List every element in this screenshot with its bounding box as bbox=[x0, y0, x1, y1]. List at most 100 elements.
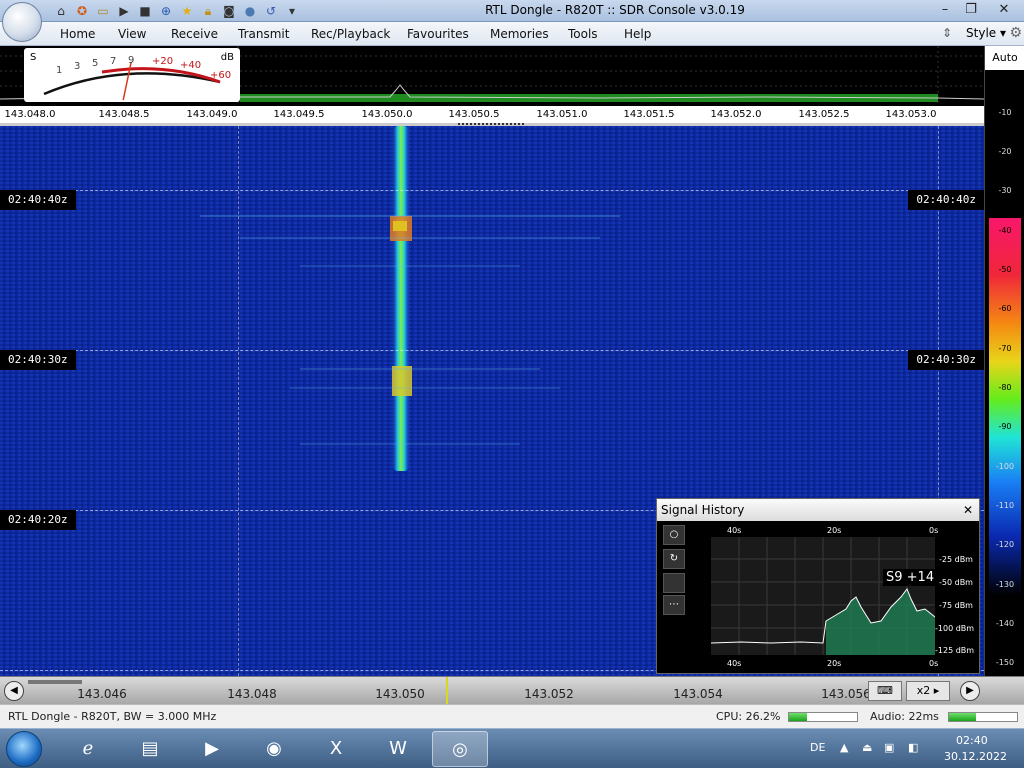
dbm-label: -100 dBm bbox=[935, 624, 975, 633]
frequency-axis[interactable]: 143.048.0 143.048.5 143.049.0 143.049.5 … bbox=[0, 106, 984, 126]
options-icon[interactable]: ✪ bbox=[73, 3, 91, 19]
s-meter-s-label: S bbox=[30, 52, 37, 63]
folder-icon[interactable]: ▭ bbox=[94, 3, 112, 19]
level-tick: -70 bbox=[998, 344, 1012, 353]
freq-label: 143.053.0 bbox=[885, 109, 937, 120]
refresh-icon[interactable]: ↻ bbox=[663, 549, 685, 569]
db-scale-20: +20 bbox=[152, 56, 174, 67]
keyboard-icon[interactable]: ⌨ bbox=[868, 681, 902, 701]
signal-reading: S9 +14 bbox=[883, 569, 938, 586]
clock-date[interactable]: 30.12.2022 bbox=[944, 750, 1007, 763]
menu-rec-playback[interactable]: Rec/Playback bbox=[311, 27, 390, 41]
usb-icon[interactable]: ⏏ bbox=[862, 741, 872, 754]
freq-label: 143.052.0 bbox=[710, 109, 762, 120]
volume-icon[interactable]: ◧ bbox=[908, 741, 918, 754]
timestamp-right: 02:40:40z bbox=[908, 190, 984, 210]
band-freq[interactable]: 143.046 bbox=[77, 687, 127, 701]
level-scale[interactable]: Auto -10 -20 -30 -40 -50 -60 -70 -80 -90… bbox=[984, 46, 1024, 676]
quick-access-toolbar: ⌂ ✪ ▭ ▶ ■ ⊕ ★ 🔒︎ ◙ ● ↺ ▾ bbox=[52, 3, 301, 19]
undo-icon[interactable]: ↺ bbox=[262, 3, 280, 19]
dropdown-icon[interactable]: ▾ bbox=[283, 3, 301, 19]
menu-home[interactable]: Home bbox=[60, 27, 95, 41]
minimize-icon[interactable]: – bbox=[932, 0, 958, 20]
home-icon[interactable]: ⌂ bbox=[52, 3, 70, 19]
chrome-icon[interactable]: ◉ bbox=[246, 731, 302, 767]
s-scale-1: 1 bbox=[56, 65, 63, 76]
lock-icon[interactable]: 🔒︎ bbox=[199, 3, 217, 19]
grid-line bbox=[238, 126, 239, 676]
signal-history-title: Signal History bbox=[657, 499, 979, 521]
ie-icon[interactable]: ℯ bbox=[60, 731, 116, 767]
cpu-meter bbox=[788, 712, 858, 722]
menu-bar: Home View Receive Transmit Rec/Playback … bbox=[0, 22, 1024, 46]
spectrum-display[interactable]: S dB 1 3 5 7 9 +20 +40 +60 bbox=[0, 46, 984, 106]
blank-tool-button[interactable] bbox=[663, 573, 685, 593]
timestamp-left: 02:40:20z bbox=[0, 510, 76, 530]
close-icon[interactable]: ✕ bbox=[963, 499, 973, 521]
band-freq[interactable]: 143.048 bbox=[227, 687, 277, 701]
menu-transmit[interactable]: Transmit bbox=[238, 27, 289, 41]
signal-history-plot bbox=[711, 537, 935, 655]
passband-marker[interactable] bbox=[458, 123, 524, 125]
audio-status: Audio: 22ms bbox=[870, 710, 939, 723]
db-scale-40: +40 bbox=[180, 60, 202, 71]
scroll-right-icon[interactable]: ▶ bbox=[960, 681, 980, 701]
menu-tools[interactable]: Tools bbox=[568, 27, 598, 41]
zoom-select[interactable]: x2 ▸ bbox=[906, 681, 950, 701]
style-menu[interactable]: Style ▾ bbox=[966, 26, 1006, 40]
band-freq[interactable]: 143.056 bbox=[821, 687, 871, 701]
menu-memories[interactable]: Memories bbox=[490, 27, 549, 41]
level-tick: -120 bbox=[995, 540, 1015, 549]
start-button[interactable] bbox=[6, 731, 42, 767]
language-indicator[interactable]: DE bbox=[810, 741, 825, 754]
app-menu-button[interactable] bbox=[2, 2, 42, 42]
clock-time[interactable]: 02:40 bbox=[956, 734, 988, 747]
tray-expand-icon[interactable]: ▲ bbox=[840, 741, 848, 754]
favourite-icon[interactable]: ★ bbox=[178, 3, 196, 19]
gear-icon[interactable]: ⚙ bbox=[1009, 25, 1022, 41]
band-freq[interactable]: 143.054 bbox=[673, 687, 723, 701]
taskbar: ℯ ▤ ▶ ◉ X W ◎ DE ▲ ⏏ ▣ ◧ 02:40 30.12.202… bbox=[0, 728, 1024, 768]
sdr-console-icon[interactable]: ◎ bbox=[432, 731, 488, 767]
dbm-label: -50 dBm bbox=[939, 578, 973, 587]
stop-icon[interactable]: ■ bbox=[136, 3, 154, 19]
time-label: 0s bbox=[929, 659, 939, 668]
band-freq[interactable]: 143.052 bbox=[524, 687, 574, 701]
s-meter-db-label: dB bbox=[220, 52, 234, 63]
window-title: RTL Dongle - R820T :: SDR Console v3.0.1… bbox=[485, 3, 745, 17]
freq-label: 143.051.5 bbox=[623, 109, 675, 120]
band-freq[interactable]: 143.050 bbox=[375, 687, 425, 701]
maximize-icon[interactable]: ❐ bbox=[958, 0, 984, 20]
auto-button[interactable]: Auto bbox=[985, 46, 1024, 70]
media-player-icon[interactable]: ▶ bbox=[184, 731, 240, 767]
menu-receive[interactable]: Receive bbox=[171, 27, 218, 41]
level-tick: -150 bbox=[995, 658, 1015, 667]
drop-icon[interactable]: ● bbox=[241, 3, 259, 19]
menu-view[interactable]: View bbox=[118, 27, 146, 41]
camera-icon[interactable]: ◙ bbox=[220, 3, 238, 19]
s-scale-9: 9 bbox=[128, 55, 135, 66]
word-icon[interactable]: W bbox=[370, 731, 426, 767]
play-icon[interactable]: ▶ bbox=[115, 3, 133, 19]
freq-label: 143.048.0 bbox=[4, 109, 56, 120]
menu-help[interactable]: Help bbox=[624, 27, 651, 41]
excel-icon[interactable]: X bbox=[308, 731, 364, 767]
status-bar: RTL Dongle - R820T, BW = 3.000 MHz CPU: … bbox=[0, 704, 1024, 728]
time-label: 40s bbox=[727, 526, 742, 535]
level-tick: -40 bbox=[998, 226, 1012, 235]
timestamp-left: 02:40:30z bbox=[0, 350, 76, 370]
circle-icon[interactable]: ○ bbox=[663, 525, 685, 545]
menu-favourites[interactable]: Favourites bbox=[407, 27, 469, 41]
dbm-label: -125 dBm bbox=[935, 646, 975, 655]
more-icon[interactable]: ⋯ bbox=[663, 595, 685, 615]
collapse-ribbon-icon[interactable]: ⇕ bbox=[942, 26, 952, 40]
add-icon[interactable]: ⊕ bbox=[157, 3, 175, 19]
overview-scrollbar[interactable] bbox=[28, 680, 82, 684]
level-tick: -140 bbox=[995, 619, 1015, 628]
network-icon[interactable]: ▣ bbox=[884, 741, 894, 754]
level-tick: -100 bbox=[995, 462, 1015, 471]
explorer-icon[interactable]: ▤ bbox=[122, 731, 178, 767]
close-icon[interactable]: ✕ bbox=[984, 0, 1024, 20]
tuned-frequency-marker bbox=[446, 677, 448, 705]
scroll-left-icon[interactable]: ◀ bbox=[4, 681, 24, 701]
